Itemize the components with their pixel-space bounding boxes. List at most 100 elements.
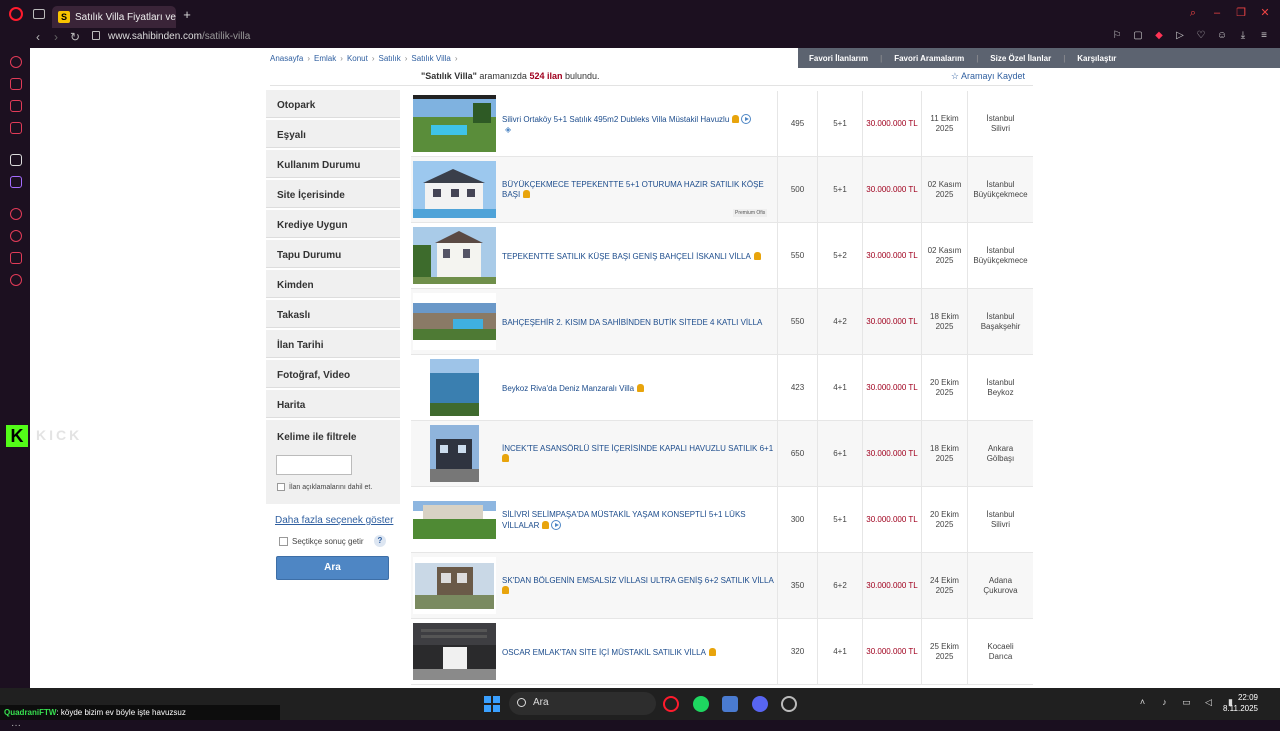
sidebar-extensions-icon[interactable] bbox=[10, 252, 22, 264]
network-icon[interactable]: ▭ bbox=[1181, 697, 1192, 708]
listing-thumbnail[interactable] bbox=[413, 227, 496, 284]
microphone-icon[interactable]: ♪ bbox=[1159, 697, 1170, 708]
sidebar-settings-icon[interactable] bbox=[10, 274, 22, 286]
listing-title[interactable]: İNCEK'TE ASANSÖRLÜ SİTE İÇERİSİNDE KAPAL… bbox=[502, 444, 773, 453]
listing-title[interactable]: TEPEKENTTE SATILIK KÜŞE BAŞI GENİŞ BAHÇE… bbox=[502, 252, 751, 261]
filter-from-whom[interactable]: Kimden bbox=[266, 270, 400, 298]
spotify-taskbar-icon[interactable] bbox=[693, 696, 709, 712]
listing-title[interactable]: Silivri Ortaköy 5+1 Satılık 495m2 Dublek… bbox=[502, 115, 729, 124]
filter-usage-status[interactable]: Kullanım Durumu bbox=[266, 150, 400, 178]
windows-start-icon[interactable] bbox=[484, 696, 500, 712]
breadcrumb-item[interactable]: Satılık Villa bbox=[411, 54, 450, 63]
listing-title[interactable]: OSCAR EMLAK'TAN SİTE İÇİ MÜSTAKİL SATILI… bbox=[502, 648, 706, 657]
breadcrumb-item[interactable]: Satılık bbox=[379, 54, 401, 63]
filter-map[interactable]: Harita bbox=[266, 390, 400, 418]
reload-icon[interactable]: ↻ bbox=[70, 30, 80, 44]
filter-exchange[interactable]: Takaslı bbox=[266, 300, 400, 328]
sidebar-ai-icon[interactable] bbox=[10, 154, 22, 166]
table-row[interactable]: TEPEKENTTE SATILIK KÜŞE BAŞI GENİŞ BAHÇE… bbox=[411, 223, 1033, 289]
filter-credit-eligible[interactable]: Krediye Uygun bbox=[266, 210, 400, 238]
listing-thumbnail[interactable] bbox=[413, 557, 496, 614]
sidebar-bookmark-icon[interactable] bbox=[10, 78, 22, 90]
listing-title[interactable]: SİLİVRİ SELİMPAŞA'DA MÜSTAKİL YAŞAM KONS… bbox=[502, 510, 746, 530]
app2-taskbar-icon[interactable] bbox=[781, 696, 797, 712]
listing-title[interactable]: BAHÇEŞEHİR 2. KISIM DA SAHİBİNDEN BUTİK … bbox=[502, 318, 762, 327]
back-icon[interactable]: ‹ bbox=[36, 30, 40, 44]
sidebar-more-icon[interactable]: ··· bbox=[11, 720, 21, 731]
listing-title[interactable]: BÜYÜKÇEKMECE TEPEKENTTE 5+1 OTURUMA HAZI… bbox=[502, 180, 764, 199]
save-search-button[interactable]: ☆ Aramayı Kaydet bbox=[951, 71, 1025, 82]
sidebar-gx-corner-icon[interactable] bbox=[10, 122, 22, 134]
new-tab-button[interactable]: + bbox=[180, 8, 194, 22]
bookmark-icon[interactable]: ⚐ bbox=[1111, 30, 1123, 42]
breadcrumb-item[interactable]: Anasayfa bbox=[270, 54, 303, 63]
filter-in-site[interactable]: Site İçerisinde bbox=[266, 180, 400, 208]
filter-listing-date[interactable]: İlan Tarihi bbox=[266, 330, 400, 358]
compare-link[interactable]: Karşılaştır bbox=[1077, 54, 1116, 63]
include-descriptions-checkbox[interactable] bbox=[277, 483, 285, 491]
sidebar-twitch-icon[interactable] bbox=[10, 176, 22, 188]
search-button[interactable]: Ara bbox=[276, 556, 389, 580]
minimize-button[interactable]: – bbox=[1210, 6, 1224, 20]
keyword-input[interactable] bbox=[276, 455, 352, 475]
table-row[interactable]: BAHÇEŞEHİR 2. KISIM DA SAHİBİNDEN BUTİK … bbox=[411, 289, 1033, 355]
table-row[interactable]: BÜYÜKÇEKMECE TEPEKENTTE 5+1 OTURUMA HAZI… bbox=[411, 157, 1033, 223]
sidebar-speed-dial-icon[interactable] bbox=[10, 56, 22, 68]
maximize-button[interactable]: ❐ bbox=[1234, 6, 1248, 20]
discord-taskbar-icon[interactable] bbox=[752, 696, 768, 712]
forward-icon[interactable]: › bbox=[54, 30, 58, 44]
app-taskbar-icon[interactable] bbox=[722, 696, 738, 712]
menu-icon[interactable]: ≡ bbox=[1258, 30, 1270, 42]
tray-overflow-icon[interactable]: ˄ bbox=[1137, 697, 1148, 708]
opera-gx-taskbar-icon[interactable] bbox=[663, 696, 679, 712]
snapshot-icon[interactable]: ▢ bbox=[1132, 30, 1144, 42]
breadcrumb-item[interactable]: Emlak bbox=[314, 54, 336, 63]
play-icon[interactable] bbox=[741, 114, 752, 124]
heart-icon[interactable]: ♡ bbox=[1195, 30, 1207, 42]
play-icon[interactable] bbox=[551, 520, 562, 530]
tour360-icon[interactable]: ◈ bbox=[505, 125, 511, 135]
table-row[interactable]: Silivri Ortaköy 5+1 Satılık 495m2 Dublek… bbox=[411, 91, 1033, 157]
listing-thumbnail[interactable] bbox=[413, 161, 496, 218]
tab-list-icon[interactable] bbox=[33, 9, 45, 19]
close-window-button[interactable]: ✕ bbox=[1258, 6, 1272, 20]
table-row[interactable]: OSCAR EMLAK'TAN SİTE İÇİ MÜSTAKİL SATILI… bbox=[411, 619, 1033, 685]
url-field[interactable]: www.sahibinden.com/satilik-villa bbox=[108, 31, 250, 42]
sidebar-messenger-icon[interactable] bbox=[10, 100, 22, 112]
favorite-searches-link[interactable]: Favori Aramalarım bbox=[894, 54, 964, 63]
player-icon[interactable]: ▷ bbox=[1174, 30, 1186, 42]
browser-tab-active[interactable]: S Satılık Villa Fiyatları ve Vil bbox=[52, 6, 176, 28]
opera-logo-icon[interactable] bbox=[9, 7, 23, 21]
listing-thumbnail[interactable] bbox=[430, 359, 479, 416]
sidebar-player-icon[interactable] bbox=[10, 208, 22, 220]
listing-thumbnail[interactable] bbox=[430, 425, 479, 482]
favorite-listings-link[interactable]: Favori İlanlarım bbox=[809, 54, 868, 63]
taskbar-clock[interactable]: 22:09 8.11.2025 bbox=[1214, 692, 1258, 714]
filter-photo-video[interactable]: Fotoğraf, Video bbox=[266, 360, 400, 388]
help-icon[interactable]: ? bbox=[374, 535, 386, 547]
listing-thumbnail[interactable] bbox=[413, 95, 496, 152]
listing-thumbnail[interactable] bbox=[413, 491, 496, 548]
table-row[interactable]: İNCEK'TE ASANSÖRLÜ SİTE İÇERİSİNDE KAPAL… bbox=[411, 421, 1033, 487]
adblock-shield-icon[interactable]: ◆ bbox=[1153, 30, 1165, 42]
filter-deed-status[interactable]: Tapu Durumu bbox=[266, 240, 400, 268]
select-results-checkbox[interactable] bbox=[279, 537, 288, 546]
listing-thumbnail[interactable] bbox=[413, 623, 496, 680]
table-row[interactable]: Beykoz Riva'da Deniz Manzaralı Villa 423… bbox=[411, 355, 1033, 421]
more-options-link[interactable]: Daha fazla seçenek göster bbox=[275, 515, 393, 526]
search-tabs-icon[interactable]: ⌕ bbox=[1186, 6, 1200, 20]
filter-furnished[interactable]: Eşyalı bbox=[266, 120, 400, 148]
taskbar-search[interactable]: Ara bbox=[509, 692, 656, 715]
table-row[interactable]: SK'DAN BÖLGENİN EMSALSİZ VİLLASI ULTRA G… bbox=[411, 553, 1033, 619]
listing-title[interactable]: Beykoz Riva'da Deniz Manzaralı Villa bbox=[502, 384, 634, 393]
special-listings-link[interactable]: Size Özel İlanlar bbox=[990, 54, 1051, 63]
table-row[interactable]: SİLİVRİ SELİMPAŞA'DA MÜSTAKİL YAŞAM KONS… bbox=[411, 487, 1033, 553]
download-icon[interactable]: ⤓ bbox=[1237, 30, 1249, 42]
filter-parking[interactable]: Otopark bbox=[266, 90, 400, 118]
breadcrumb-item[interactable]: Konut bbox=[347, 54, 368, 63]
profile-icon[interactable]: ☺ bbox=[1216, 30, 1228, 42]
sidebar-history-icon[interactable] bbox=[10, 230, 22, 242]
listing-thumbnail[interactable] bbox=[413, 293, 496, 350]
volume-icon[interactable]: ◁ bbox=[1203, 697, 1214, 708]
listing-title[interactable]: SK'DAN BÖLGENİN EMSALSİZ VİLLASI ULTRA G… bbox=[502, 576, 774, 585]
